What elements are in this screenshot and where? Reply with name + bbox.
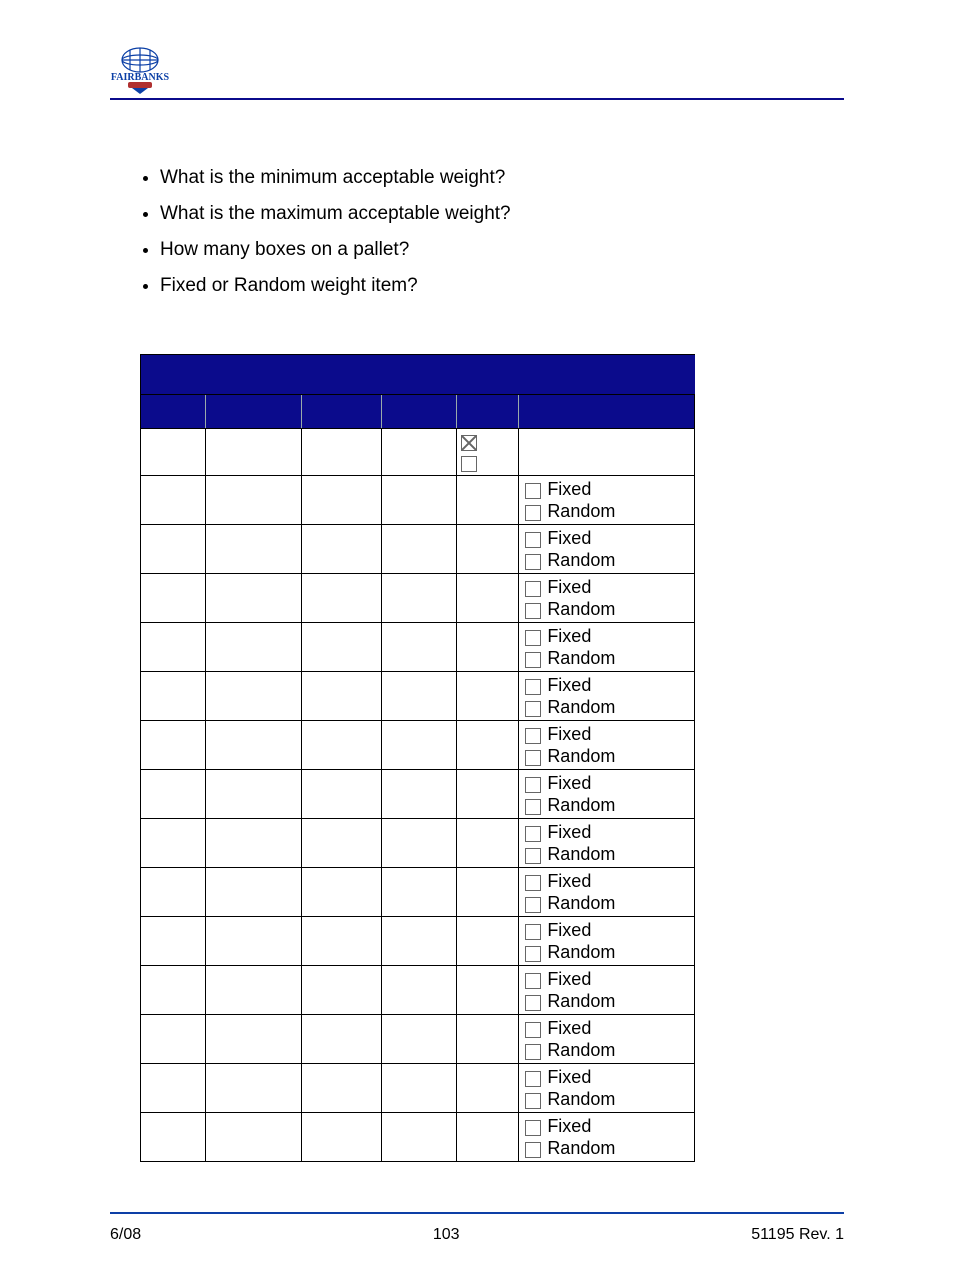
checkbox-icon[interactable] bbox=[525, 799, 541, 815]
checkbox-icon[interactable] bbox=[525, 532, 541, 548]
table-title-row bbox=[141, 355, 695, 395]
option-fixed-label: Fixed bbox=[547, 1116, 591, 1136]
checkbox-icon[interactable] bbox=[525, 483, 541, 499]
table-row: FixedRandom bbox=[141, 476, 695, 525]
option-fixed-label: Fixed bbox=[547, 822, 591, 842]
footer-page: 103 bbox=[433, 1226, 460, 1244]
table-row bbox=[141, 429, 695, 476]
checkbox-icon[interactable] bbox=[525, 1044, 541, 1060]
checkbox-icon[interactable] bbox=[525, 679, 541, 695]
option-random-label: Random bbox=[547, 550, 615, 570]
table-row: FixedRandom bbox=[141, 672, 695, 721]
checkbox-icon[interactable] bbox=[525, 505, 541, 521]
bullet-item: What is the maximum acceptable weight? bbox=[160, 196, 844, 232]
option-fixed-label: Fixed bbox=[547, 528, 591, 548]
footer-rule bbox=[110, 1212, 844, 1214]
checkbox-icon[interactable] bbox=[525, 826, 541, 842]
option-random-label: Random bbox=[547, 697, 615, 717]
fairbanks-logo: FAIRBANKS bbox=[110, 46, 170, 101]
bullet-item: Fixed or Random weight item? bbox=[160, 268, 844, 304]
table-row: FixedRandom bbox=[141, 1015, 695, 1064]
question-list: What is the minimum acceptable weight? W… bbox=[110, 160, 844, 304]
table-row: FixedRandom bbox=[141, 525, 695, 574]
checkbox-icon[interactable] bbox=[461, 456, 477, 472]
checkbox-icon[interactable] bbox=[525, 924, 541, 940]
footer-date: 6/08 bbox=[110, 1226, 141, 1244]
checkbox-icon[interactable] bbox=[525, 1093, 541, 1109]
option-fixed-label: Fixed bbox=[547, 920, 591, 940]
checkbox-icon[interactable] bbox=[525, 603, 541, 619]
checkbox-icon[interactable] bbox=[525, 995, 541, 1011]
checkbox-icon[interactable] bbox=[525, 946, 541, 962]
checkbox-icon[interactable] bbox=[525, 750, 541, 766]
option-fixed-label: Fixed bbox=[547, 1018, 591, 1038]
checkbox-icon[interactable] bbox=[525, 581, 541, 597]
option-random-label: Random bbox=[547, 1089, 615, 1109]
option-fixed-label: Fixed bbox=[547, 724, 591, 744]
table-header-row bbox=[141, 395, 695, 429]
table-row: FixedRandom bbox=[141, 770, 695, 819]
option-random-label: Random bbox=[547, 991, 615, 1011]
checkbox-icon[interactable] bbox=[525, 897, 541, 913]
option-fixed-label: Fixed bbox=[547, 577, 591, 597]
option-random-label: Random bbox=[547, 1040, 615, 1060]
checkbox-icon[interactable] bbox=[525, 777, 541, 793]
checkbox-icon[interactable] bbox=[525, 1120, 541, 1136]
table-row: FixedRandom bbox=[141, 868, 695, 917]
checkbox-icon[interactable] bbox=[525, 652, 541, 668]
table-row: FixedRandom bbox=[141, 721, 695, 770]
table-row: FixedRandom bbox=[141, 1064, 695, 1113]
page-footer: 6/08 103 51195 Rev. 1 bbox=[110, 1226, 844, 1244]
table-row: FixedRandom bbox=[141, 623, 695, 672]
checkbox-icon[interactable] bbox=[525, 701, 541, 717]
bullet-item: How many boxes on a pallet? bbox=[160, 232, 844, 268]
option-random-label: Random bbox=[547, 893, 615, 913]
option-fixed-label: Fixed bbox=[547, 871, 591, 891]
table-row: FixedRandom bbox=[141, 917, 695, 966]
option-random-label: Random bbox=[547, 844, 615, 864]
checkbox-icon[interactable] bbox=[525, 1142, 541, 1158]
table-row: FixedRandom bbox=[141, 1113, 695, 1162]
option-random-label: Random bbox=[547, 795, 615, 815]
option-fixed-label: Fixed bbox=[547, 969, 591, 989]
checkbox-icon[interactable] bbox=[525, 973, 541, 989]
table-row: FixedRandom bbox=[141, 574, 695, 623]
table-row: FixedRandom bbox=[141, 966, 695, 1015]
svg-text:FAIRBANKS: FAIRBANKS bbox=[111, 72, 170, 83]
plu-worksheet-table: FixedRandomFixedRandomFixedRandomFixedRa… bbox=[140, 354, 695, 1162]
option-fixed-label: Fixed bbox=[547, 1067, 591, 1087]
option-fixed-label: Fixed bbox=[547, 675, 591, 695]
checkbox-icon[interactable] bbox=[461, 435, 477, 451]
bullet-item: What is the minimum acceptable weight? bbox=[160, 160, 844, 196]
option-fixed-label: Fixed bbox=[547, 626, 591, 646]
checkbox-icon[interactable] bbox=[525, 1022, 541, 1038]
option-random-label: Random bbox=[547, 599, 615, 619]
checkbox-icon[interactable] bbox=[525, 554, 541, 570]
checkbox-icon[interactable] bbox=[525, 630, 541, 646]
option-random-label: Random bbox=[547, 746, 615, 766]
option-fixed-label: Fixed bbox=[547, 479, 591, 499]
footer-doc: 51195 Rev. 1 bbox=[751, 1226, 844, 1244]
table-row: FixedRandom bbox=[141, 819, 695, 868]
option-random-label: Random bbox=[547, 501, 615, 521]
checkbox-icon[interactable] bbox=[525, 848, 541, 864]
page-header: FAIRBANKS bbox=[110, 40, 844, 100]
option-random-label: Random bbox=[547, 648, 615, 668]
option-random-label: Random bbox=[547, 942, 615, 962]
option-random-label: Random bbox=[547, 1138, 615, 1158]
checkbox-icon[interactable] bbox=[525, 728, 541, 744]
option-fixed-label: Fixed bbox=[547, 773, 591, 793]
checkbox-icon[interactable] bbox=[525, 875, 541, 891]
checkbox-icon[interactable] bbox=[525, 1071, 541, 1087]
